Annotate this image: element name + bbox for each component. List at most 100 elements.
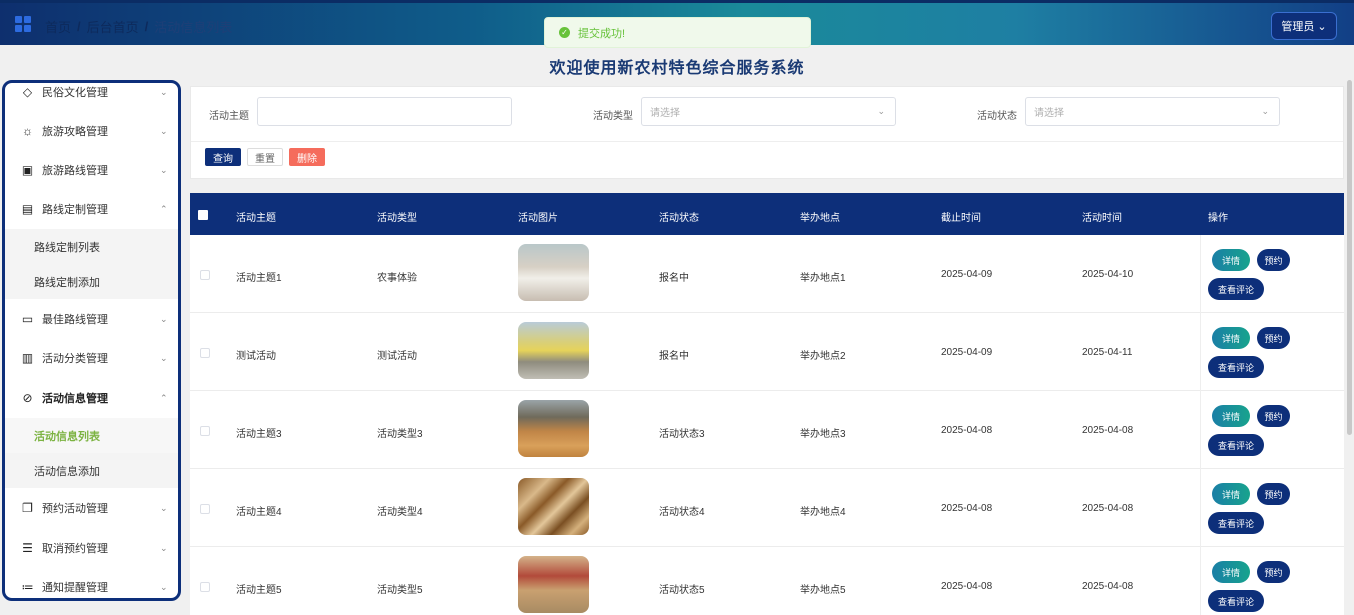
breadcrumb-home[interactable]: 首页 (45, 17, 71, 36)
copy-icon: ❐ (22, 501, 33, 515)
book-button[interactable]: 预约 (1257, 405, 1290, 427)
sidebar-item-label: 路线定制管理 (42, 204, 108, 216)
table-row: 测试活动 测试活动 报名中 举办地点2 2025-04-09 2025-04-1… (190, 313, 1344, 391)
cell-place: 举办地点5 (800, 585, 846, 596)
menu-grid-icon[interactable] (15, 16, 31, 32)
sidebar-item-folk-culture[interactable]: ◇ 民俗文化管理 ⌄ (5, 83, 178, 110)
col-topic: 活动主题 (236, 213, 276, 224)
cell-deadline: 2025-04-09 (941, 347, 993, 358)
row-checkbox[interactable] (200, 348, 210, 358)
sidebar-item-label: 旅游攻略管理 (42, 126, 108, 138)
detail-button[interactable]: 详情 (1212, 561, 1250, 583)
chevron-up-icon: ⌃ (160, 392, 168, 403)
view-comments-button[interactable]: 查看评论 (1208, 590, 1264, 612)
table-header: 活动主题 活动类型 活动图片 活动状态 举办地点 截止时间 活动时间 操作 (190, 193, 1344, 235)
view-comments-button[interactable]: 查看评论 (1208, 512, 1264, 534)
sidebar-item-label: 通知提醒管理 (42, 582, 108, 594)
sidebar-item-route-custom[interactable]: ▤ 路线定制管理 ⌃ (5, 191, 178, 227)
cell-time: 2025-04-08 (1082, 425, 1134, 436)
table-row: 活动主题4 活动类型4 活动状态4 举办地点4 2025-04-08 2025-… (190, 469, 1344, 547)
type-select[interactable]: 请选择 ⌄ (641, 97, 896, 126)
detail-button[interactable]: 详情 (1212, 483, 1250, 505)
chevron-down-icon: ⌄ (160, 352, 168, 363)
topic-input[interactable] (257, 97, 512, 126)
cell-status: 报名中 (659, 351, 689, 362)
view-comments-button[interactable]: 查看评论 (1208, 278, 1264, 300)
chevron-down-icon: ⌄ (160, 164, 168, 175)
sidebar-item-activity-category[interactable]: ▥ 活动分类管理 ⌄ (5, 340, 178, 376)
book-button[interactable]: 预约 (1257, 249, 1290, 271)
clipboard-icon: ▤ (21, 202, 34, 216)
actions-divider (1200, 547, 1201, 615)
sidebar-item-reservation[interactable]: ❐ 预约活动管理 ⌄ (5, 490, 178, 526)
sidebar-subitem-route-custom-add[interactable]: 路线定制添加 (5, 264, 178, 299)
cell-type: 测试活动 (377, 351, 417, 362)
cell-place: 举办地点3 (800, 429, 846, 440)
chevron-up-icon: ⌃ (160, 203, 168, 214)
detail-button[interactable]: 详情 (1212, 327, 1250, 349)
chevron-down-icon: ⌄ (160, 86, 168, 97)
cell-deadline: 2025-04-08 (941, 425, 993, 436)
cell-topic: 活动主题4 (236, 507, 282, 518)
sun-icon: ☼ (22, 124, 33, 138)
status-select[interactable]: 请选择 ⌄ (1025, 97, 1280, 126)
query-button[interactable]: 查询 (205, 148, 241, 166)
chevron-down-icon: ⌄ (1261, 106, 1269, 116)
view-comments-button[interactable]: 查看评论 (1208, 434, 1264, 456)
sidebar-item-travel-guide[interactable]: ☼ 旅游攻略管理 ⌄ (5, 113, 178, 149)
status-label: 活动状态 (977, 111, 1017, 122)
sidebar-subitem-activity-add[interactable]: 活动信息添加 (5, 453, 178, 488)
detail-button[interactable]: 详情 (1212, 405, 1250, 427)
cell-place: 举办地点2 (800, 351, 846, 362)
sidebar-item-cancel-reservation[interactable]: ☰ 取消预约管理 ⌄ (5, 530, 178, 566)
activity-image (518, 478, 589, 535)
cell-status: 活动状态3 (659, 429, 705, 440)
sidebar-item-activity-info[interactable]: ⊘ 活动信息管理 ⌃ (5, 380, 178, 416)
cell-place: 举办地点1 (800, 273, 846, 284)
breadcrumb: 首页 / 后台首页 / 活动信息列表 (45, 17, 232, 36)
sidebar-item-label: 取消预约管理 (42, 543, 108, 555)
chevron-down-icon: ⌄ (877, 106, 885, 116)
admin-user-button[interactable]: 管理员 ⌄ (1271, 12, 1337, 40)
sidebar-item-label: 最佳路线管理 (42, 314, 108, 326)
row-checkbox[interactable] (200, 426, 210, 436)
row-checkbox[interactable] (200, 582, 210, 592)
sidebar-item-notifications[interactable]: ≔ 通知提醒管理 ⌄ (5, 569, 178, 598)
cell-type: 活动类型5 (377, 585, 423, 596)
reset-button[interactable]: 重置 (247, 148, 283, 166)
cell-place: 举办地点4 (800, 507, 846, 518)
cell-type: 活动类型3 (377, 429, 423, 440)
book-button[interactable]: 预约 (1257, 561, 1290, 583)
cell-status: 报名中 (659, 273, 689, 284)
actions-divider (1200, 235, 1201, 313)
activity-image (518, 556, 589, 613)
breadcrumb-separator: / (77, 19, 81, 34)
message-icon: ▭ (21, 312, 34, 326)
chevron-down-icon: ⌄ (160, 581, 168, 592)
topic-label: 活动主题 (209, 111, 249, 122)
book-button[interactable]: 预约 (1257, 327, 1290, 349)
select-all-checkbox[interactable] (198, 210, 208, 220)
status-select-placeholder: 请选择 (1034, 108, 1064, 119)
actions-divider (1200, 313, 1201, 391)
table-row: 活动主题3 活动类型3 活动状态3 举办地点3 2025-04-08 2025-… (190, 391, 1344, 469)
breadcrumb-dashboard[interactable]: 后台首页 (87, 17, 139, 36)
breadcrumb-separator: / (144, 19, 149, 34)
row-checkbox[interactable] (200, 504, 210, 514)
tag-icon: ◇ (22, 85, 33, 99)
cell-topic: 活动主题3 (236, 429, 282, 440)
success-toast: ✓ 提交成功! (544, 17, 811, 48)
row-checkbox[interactable] (200, 270, 210, 280)
sidebar-item-travel-route[interactable]: ▣ 旅游路线管理 ⌄ (5, 152, 178, 188)
sidebar-subitem-activity-list[interactable]: 活动信息列表 (5, 418, 178, 453)
delete-button[interactable]: 删除 (289, 148, 325, 166)
cell-type: 活动类型4 (377, 507, 423, 518)
sidebar-subitem-route-custom-list[interactable]: 路线定制列表 (5, 229, 178, 264)
view-comments-button[interactable]: 查看评论 (1208, 356, 1264, 378)
col-deadline: 截止时间 (941, 213, 981, 224)
page-scrollbar[interactable] (1347, 80, 1352, 435)
admin-user-label: 管理员 (1281, 21, 1315, 33)
book-button[interactable]: 预约 (1257, 483, 1290, 505)
sidebar-item-best-route[interactable]: ▭ 最佳路线管理 ⌄ (5, 301, 178, 337)
detail-button[interactable]: 详情 (1212, 249, 1250, 271)
